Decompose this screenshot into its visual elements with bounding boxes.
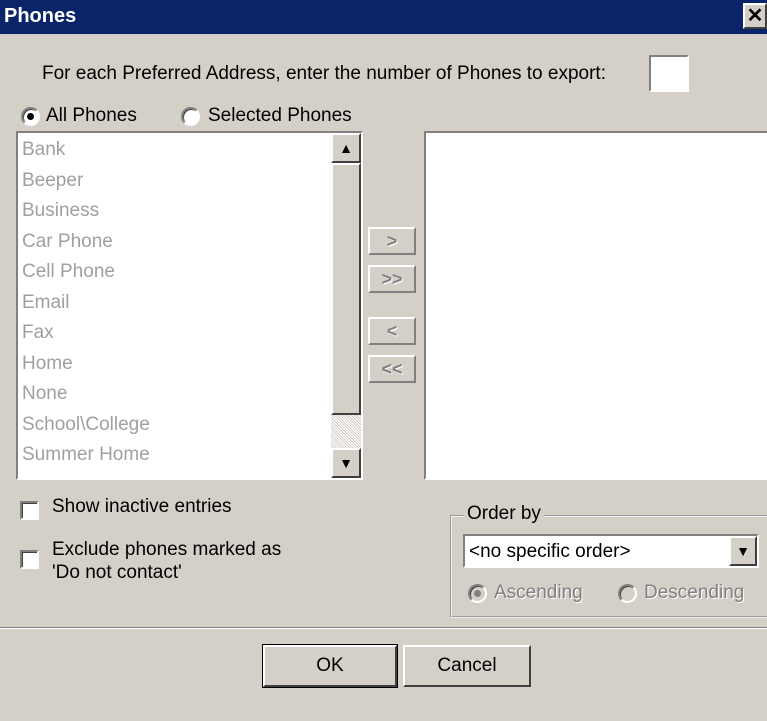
window-title: Phones xyxy=(4,5,77,27)
radio-selected-dot xyxy=(474,590,481,597)
ascending-label[interactable]: Ascending xyxy=(494,582,583,604)
chevron-down-icon[interactable]: ▼ xyxy=(729,536,757,566)
selected-phones-label[interactable]: Selected Phones xyxy=(208,105,352,127)
scroll-down-arrow-icon[interactable]: ▼ xyxy=(331,448,361,478)
descending-radio[interactable] xyxy=(618,584,637,603)
cancel-button[interactable]: Cancel xyxy=(403,645,531,687)
close-icon[interactable]: ✕ xyxy=(743,3,767,29)
all-phones-radio[interactable] xyxy=(21,107,40,126)
ascending-radio[interactable] xyxy=(468,584,487,603)
available-phones-list[interactable]: Bank Beeper Business Car Phone Cell Phone Ema… xyxy=(16,131,363,480)
selected-phones-list[interactable] xyxy=(424,131,767,480)
list-item[interactable]: School\College xyxy=(20,410,150,441)
title-bar: Phones ✕ xyxy=(0,0,767,34)
show-inactive-checkbox[interactable] xyxy=(20,501,39,520)
list-item[interactable]: Car Phone xyxy=(20,227,150,258)
selected-phones-radio[interactable] xyxy=(181,107,200,126)
order-by-value: <no specific order> xyxy=(469,541,631,562)
list-item[interactable]: None xyxy=(20,379,150,410)
all-phones-label[interactable]: All Phones xyxy=(46,105,137,127)
radio-selected-dot xyxy=(27,113,34,120)
add-all-button[interactable]: >> xyxy=(368,265,416,293)
list-item[interactable]: Bank xyxy=(20,135,150,166)
list-item[interactable]: Fax xyxy=(20,318,150,349)
list-item[interactable]: Business xyxy=(20,196,150,227)
order-by-select[interactable]: <no specific order> ▼ xyxy=(463,534,759,568)
order-by-legend: Order by xyxy=(464,503,544,525)
scrollbar-track[interactable] xyxy=(331,415,361,448)
scroll-up-arrow-icon[interactable]: ▲ xyxy=(331,133,361,163)
phones-count-prompt: For each Preferred Address, enter the nu… xyxy=(42,63,606,84)
exclude-do-not-contact-label-line2[interactable]: 'Do not contact' xyxy=(52,562,182,584)
scrollbar-thumb[interactable] xyxy=(331,163,361,415)
phones-count-input[interactable] xyxy=(649,55,689,92)
descending-label[interactable]: Descending xyxy=(644,582,744,604)
ok-button[interactable]: OK xyxy=(262,644,398,688)
list-item[interactable]: Summer Home xyxy=(20,440,150,471)
list-item[interactable]: Cell Phone xyxy=(20,257,150,288)
remove-all-button[interactable]: << xyxy=(368,355,416,383)
list-item[interactable]: Home xyxy=(20,349,150,380)
exclude-do-not-contact-label-line1[interactable]: Exclude phones marked as xyxy=(52,539,281,561)
list-scrollbar[interactable]: ▲ ▼ xyxy=(331,133,361,478)
list-item[interactable]: Email xyxy=(20,288,150,319)
add-selected-button[interactable]: > xyxy=(368,227,416,255)
remove-selected-button[interactable]: < xyxy=(368,317,416,345)
footer-separator xyxy=(0,627,767,629)
list-item[interactable]: Beeper xyxy=(20,166,150,197)
exclude-do-not-contact-checkbox[interactable] xyxy=(20,550,39,569)
show-inactive-label[interactable]: Show inactive entries xyxy=(52,496,232,518)
